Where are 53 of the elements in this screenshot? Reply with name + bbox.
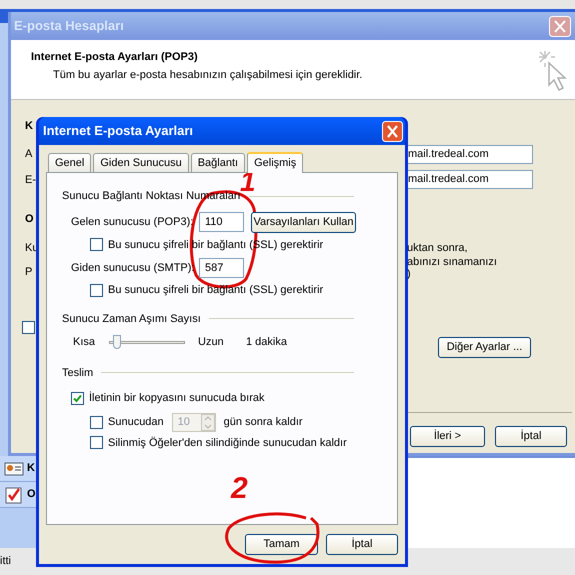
checkbox[interactable] — [90, 284, 103, 297]
tab[interactable]: Bağlantı — [190, 153, 246, 172]
status-text: itti — [0, 554, 11, 570]
note-text: uktan sonra, — [407, 241, 468, 256]
tab[interactable]: Giden Sunucusu — [93, 153, 189, 172]
annotation-number: 2 — [231, 474, 248, 504]
field-label: Gelen sunucusu (POP3): — [71, 214, 194, 230]
checkbox[interactable] — [22, 321, 35, 334]
checkbox[interactable] — [90, 238, 103, 252]
checkbox[interactable] — [71, 392, 84, 405]
port-field[interactable]: 587 — [199, 258, 244, 278]
header-title: Internet E-posta Ayarları (POP3) — [31, 50, 199, 65]
checkbox-label: Bu sunucu şifreli bir bağlantı (SSL) gerektirir — [108, 283, 324, 298]
next-button[interactable]: İleri > — [410, 426, 485, 447]
timeout-slider[interactable] — [109, 335, 185, 350]
server-field[interactable]: mail.tredeal.com — [405, 170, 533, 189]
form-label: O — [25, 212, 34, 227]
port-field[interactable]: 110 — [199, 212, 244, 232]
contact-card-icon[interactable] — [4, 460, 24, 478]
cancel-button[interactable]: İptal — [326, 534, 398, 555]
dialog-title: Internet E-posta Ayarları — [43, 122, 194, 140]
close-icon[interactable] — [382, 120, 403, 142]
header-subtitle: Tüm bu ayarlar e-posta hesabınızın çalışabilmesi için gereklidir. — [52, 68, 362, 82]
checkbox-label: Sunucudan — [108, 414, 164, 430]
group-heading: Sunucu Zaman Aşımı Sayısı — [62, 312, 201, 326]
note-text: abınızı sınamanızı — [407, 255, 497, 269]
checkmark-icon — [73, 394, 82, 403]
task-checkmark-icon[interactable] — [4, 486, 24, 504]
checkbox[interactable] — [90, 416, 103, 428]
slider-max-label: Uzun — [198, 335, 225, 350]
nav-label[interactable]: O — [27, 486, 36, 503]
tab[interactable]: Genel — [48, 153, 92, 172]
more-settings-button[interactable]: Diğer Ayarlar ... — [438, 337, 531, 358]
nav-label[interactable]: K — [27, 460, 35, 477]
checkbox[interactable] — [90, 436, 103, 450]
tab[interactable]: Gelişmiş — [247, 152, 304, 173]
form-label: E- — [25, 173, 36, 188]
server-field[interactable]: mail.tredeal.com — [405, 145, 533, 164]
form-label: K — [25, 119, 33, 134]
checkbox-label: İletinin bir kopyasını sunucuda bırak — [89, 390, 264, 406]
window-title: E-posta Hesapları — [14, 17, 124, 36]
ok-button[interactable]: Tamam — [245, 534, 318, 555]
days-value: 10 — [178, 414, 190, 430]
slider-min-label: Kısa — [73, 335, 96, 350]
slider-thumb[interactable] — [113, 335, 122, 350]
cancel-button[interactable]: İptal — [495, 426, 567, 447]
group-heading: Teslim — [62, 366, 94, 380]
form-label: P — [25, 265, 32, 280]
days-suffix: gün sonra kaldır — [224, 414, 303, 430]
form-label: A — [25, 147, 32, 162]
defaults-button[interactable]: Varsayılanları Kullan — [251, 212, 356, 232]
timeout-reading: 1 dakika — [246, 335, 287, 350]
checkbox-label: Silinmiş Öğeler'den silindiğinde sunucudan kaldır — [108, 436, 347, 450]
